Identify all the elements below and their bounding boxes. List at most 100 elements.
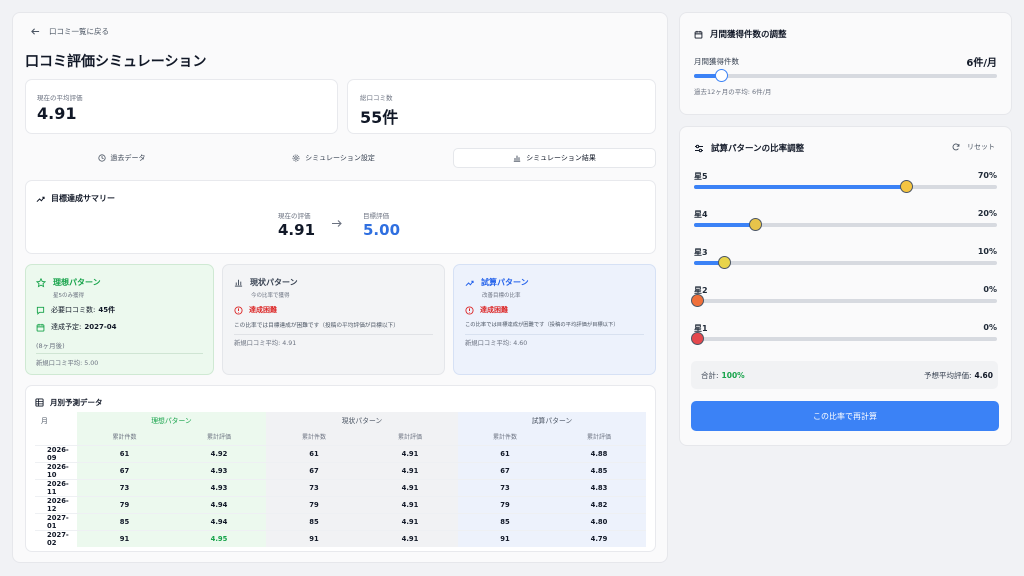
slider-fill <box>694 185 906 189</box>
bar-chart-icon <box>234 278 243 287</box>
table-row: 2026-12 79 4.94 79 4.91 79 4.82 <box>35 495 646 513</box>
current-rating-value: 4.91 <box>278 221 316 239</box>
slider-thumb[interactable] <box>715 69 728 82</box>
table-cell: 4.92 <box>172 444 266 462</box>
star-percent: 0% <box>983 323 997 332</box>
table-cell: 61 <box>266 444 362 462</box>
table-row: 2027-02 91 4.95 91 4.91 91 4.79 <box>35 529 646 547</box>
table-cell: 91 <box>77 529 172 547</box>
alert-icon <box>234 305 243 315</box>
table-cell: 91 <box>266 529 362 547</box>
month-header: 月 <box>41 417 48 426</box>
trial-pattern-subtitle: 改善目標の比率 <box>482 293 521 299</box>
avg-rating-label: 現在の平均評価 <box>37 94 83 102</box>
monthly-count-value: 6件/月 <box>966 58 997 69</box>
current-pattern-card: 現状パターン 今の比率で獲得 達成困難 この比率では目標達成が困難です（投稿の平… <box>222 264 445 375</box>
table-cell: 4.83 <box>552 478 646 496</box>
trial-pattern-title: 試算パターン <box>481 278 529 287</box>
star-ratio-slider[interactable] <box>694 218 997 231</box>
tab-simulation-results[interactable]: シミュレーション結果 <box>453 148 656 168</box>
table-cell: 67 <box>77 461 172 479</box>
ratio-adjust-panel <box>679 126 1012 446</box>
tab-past-data[interactable]: 過去データ <box>25 148 218 168</box>
gear-icon <box>292 154 300 162</box>
trial-pattern-status: 達成困難 <box>480 306 508 314</box>
avg-rating-card: 現在の平均評価 4.91 <box>25 79 338 134</box>
monthly-count-slider[interactable] <box>694 69 997 82</box>
trending-up-icon <box>36 195 45 203</box>
current-rating-label: 現在の評価 <box>278 212 311 220</box>
trending-up-icon <box>465 279 474 287</box>
table-cell: 4.93 <box>172 461 266 479</box>
ideal-pattern-card: 理想パターン 星5のみ獲得 必要口コミ数: 45件 達成予定: 2027-04 … <box>25 264 214 375</box>
table-cell: 4.94 <box>172 512 266 530</box>
tab-past-data-label: 過去データ <box>110 154 146 162</box>
star-ratio-slider[interactable] <box>691 332 997 345</box>
monthly-avg-note: 過去12ヶ月の平均: 6件/月 <box>694 88 772 96</box>
slider-thumb[interactable] <box>691 294 704 307</box>
table-row: 2026-09 61 4.92 61 4.91 61 4.88 <box>35 444 646 462</box>
star-label: 星4 <box>694 210 708 219</box>
table-cell: 85 <box>266 512 362 530</box>
recalculate-button[interactable]: この比率で再計算 <box>691 401 999 431</box>
history-icon <box>97 154 106 162</box>
table-cell: 4.91 <box>362 478 458 496</box>
table-row: 2027-01 85 4.94 85 4.91 85 4.80 <box>35 512 646 530</box>
table-cell: 4.91 <box>362 512 458 530</box>
table-icon <box>35 398 44 407</box>
table-cell: 73 <box>458 478 552 496</box>
achievement-date-label: 達成予定: <box>51 323 82 331</box>
sub-header: 累計評価 <box>362 428 458 445</box>
table-cell: 85 <box>458 512 552 530</box>
slider-fill <box>694 223 755 227</box>
month-cell: 2026-12 <box>35 495 77 513</box>
ratio-adjust-title: 試算パターンの比率調整 <box>711 144 805 154</box>
current-pattern-subtitle: 今の比率で獲得 <box>251 293 290 299</box>
monthly-forecast-title: 月別予測データ <box>50 398 103 407</box>
tab-simulation-results-label: シミュレーション結果 <box>526 154 596 162</box>
ideal-pattern-title: 理想パターン <box>53 278 101 287</box>
total-value: 100% <box>721 371 745 380</box>
tab-simulation-settings-label: シミュレーション設定 <box>305 154 375 162</box>
trial-pattern-card: 試算パターン 改善目標の比率 達成困難 この比率では目標達成が困難です（投稿の平… <box>453 264 656 375</box>
achievement-date-value: 2027-04 <box>84 323 117 331</box>
table-cell: 91 <box>458 529 552 547</box>
table-cell: 73 <box>77 478 172 496</box>
goal-summary-card: 目標達成サマリー 現在の評価 4.91 目標評価 5.00 <box>25 180 656 254</box>
current-pattern-note: この比率では目標達成が困難です（投稿の平均評価が目標以下） <box>234 323 399 329</box>
star-ratio-slider[interactable] <box>694 256 997 269</box>
star-percent: 10% <box>977 247 997 256</box>
table-cell: 4.79 <box>552 529 646 547</box>
calendar-icon <box>694 30 703 39</box>
sub-header: 累計件数 <box>458 428 552 445</box>
alert-icon <box>465 305 474 315</box>
reset-button[interactable]: リセット <box>952 142 995 152</box>
refresh-icon <box>952 143 960 151</box>
back-link[interactable]: 口コミ一覧に戻る <box>31 25 109 37</box>
required-reviews-label: 必要口コミ数: <box>51 306 96 314</box>
star-ratio-slider[interactable] <box>694 180 997 193</box>
table-row: 2026-10 67 4.93 67 4.91 67 4.85 <box>35 461 646 479</box>
sliders-icon <box>694 144 704 153</box>
forecast-table-body: 2026-09 61 4.92 61 4.91 61 4.88 2026-10 67 4.93 67… <box>35 444 646 547</box>
table-cell: 4.91 <box>362 495 458 513</box>
ideal-new-avg: 新規口コミ平均: 5.00 <box>36 360 99 367</box>
current-new-avg: 新規口コミ平均: 4.91 <box>234 340 297 347</box>
expected-avg-label: 予想平均評価: <box>923 371 972 380</box>
month-cell: 2027-02 <box>35 529 77 547</box>
target-rating-label: 目標評価 <box>363 212 389 220</box>
avg-rating-value: 4.91 <box>37 104 77 123</box>
slider-thumb[interactable] <box>691 332 704 345</box>
slider-thumb[interactable] <box>718 256 731 269</box>
tab-simulation-settings[interactable]: シミュレーション設定 <box>222 148 445 168</box>
star-ratio-slider[interactable] <box>691 294 997 307</box>
table-cell: 4.91 <box>362 529 458 547</box>
arrow-right-icon <box>331 219 342 228</box>
table-cell: 67 <box>458 461 552 479</box>
sub-header: 累計件数 <box>77 428 172 445</box>
table-cell: 4.80 <box>552 512 646 530</box>
bar-chart-icon <box>513 154 521 162</box>
total-label: 合計: <box>701 371 719 380</box>
slider-thumb[interactable] <box>749 218 762 231</box>
slider-thumb[interactable] <box>900 180 913 193</box>
